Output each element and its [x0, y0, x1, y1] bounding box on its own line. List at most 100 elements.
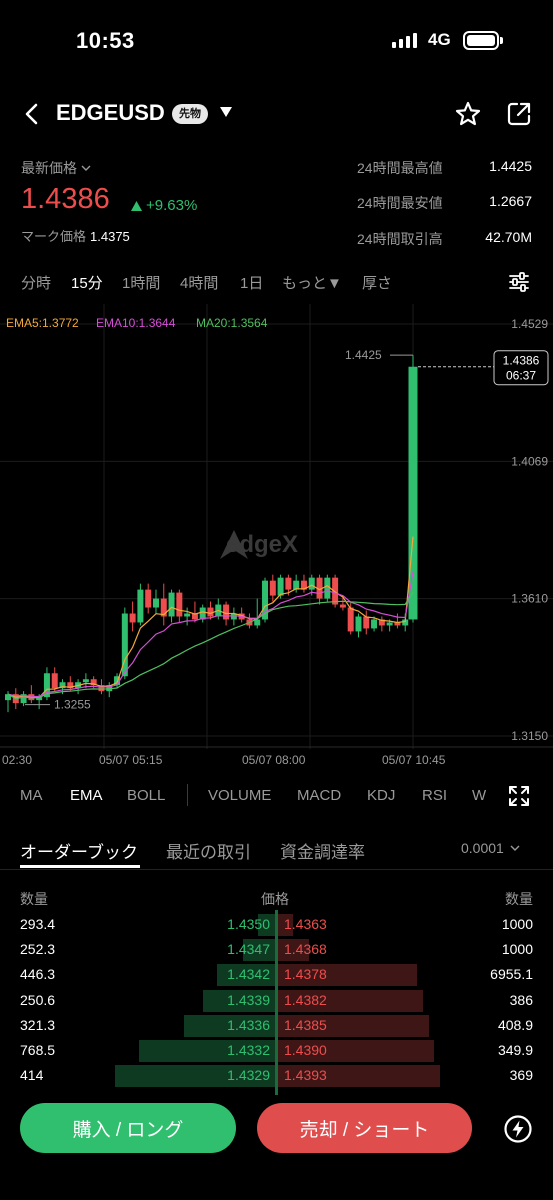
y-tick-label: 1.4069 — [511, 454, 548, 468]
tab-interval-1h[interactable]: 1時間 — [122, 272, 160, 293]
star-icon[interactable] — [454, 100, 482, 128]
sell-short-button[interactable]: 売却 / ショート — [257, 1103, 472, 1153]
fullscreen-icon[interactable] — [508, 785, 530, 807]
bid-qty: 250.6 — [20, 991, 56, 1008]
last-price: 1.4386 — [21, 183, 110, 215]
candle-body — [223, 604, 230, 620]
tab-indicator-rsi[interactable]: RSI — [422, 787, 447, 804]
latest-price-label[interactable]: 最新価格 — [21, 158, 91, 178]
ask-qty: 1000 — [501, 941, 533, 958]
candle-body — [339, 604, 346, 608]
bid-qty: 252.3 — [20, 941, 56, 958]
buy-long-button[interactable]: 購入 / ロング — [20, 1103, 236, 1153]
lightning-icon[interactable] — [503, 1114, 533, 1144]
stat-high-value: 1.4425 — [489, 158, 532, 174]
triangle-up-icon — [131, 200, 142, 211]
candles — [5, 355, 418, 713]
tab-indicator-ma[interactable]: MA — [20, 787, 43, 804]
bid-price: 1.4336 — [227, 1016, 270, 1033]
candle-body — [277, 577, 284, 596]
tab-depth[interactable]: 厚さ — [362, 272, 392, 293]
tab-funding-rate[interactable]: 資金調達率 — [280, 838, 365, 863]
candle-body — [184, 613, 191, 617]
tab-indicator-macd[interactable]: MACD — [297, 787, 341, 804]
ask-price: 1.4378 — [284, 966, 327, 983]
countdown-label: 06:37 — [506, 369, 536, 383]
x-axis: 02:30 05/07 05:15 05/07 08:00 05/07 10:45 — [2, 753, 446, 767]
ask-price: 1.4368 — [284, 941, 327, 958]
low-marker-label: 1.3255 — [54, 698, 91, 712]
tab-interval-1d[interactable]: 1日 — [240, 272, 263, 293]
candle-body — [82, 679, 89, 683]
tab-divider — [0, 869, 553, 870]
candle-body — [332, 577, 339, 605]
tab-indicator-w[interactable]: W — [472, 787, 486, 804]
stat-volume-value: 42.70M — [485, 229, 532, 245]
chart-settings-icon[interactable] — [508, 271, 530, 293]
ask-qty: 349.9 — [497, 1042, 533, 1058]
tab-orderbook[interactable]: オーダーブック — [20, 838, 138, 863]
ask-qty: 1000 — [501, 916, 533, 932]
price-change: +9.63% — [131, 197, 197, 214]
tab-interval-4h[interactable]: 4時間 — [180, 272, 218, 293]
stat-low-value: 1.2667 — [489, 193, 532, 209]
bid-price: 1.4339 — [227, 991, 270, 1008]
tab-interval-time[interactable]: 分時 — [21, 272, 51, 293]
candle-body — [145, 589, 152, 608]
tab-recent-trades[interactable]: 最近の取引 — [166, 838, 251, 863]
battery-icon — [463, 31, 499, 50]
bid-qty: 293.4 — [20, 916, 56, 932]
x-tick-label: 05/07 10:45 — [382, 753, 446, 767]
y-tick-label: 1.4529 — [511, 317, 548, 331]
candle-body — [386, 622, 393, 626]
candle-body — [168, 592, 175, 617]
tab-interval-15m[interactable]: 15分 — [71, 272, 103, 293]
mark-price: マーク価格 1.4375 — [21, 229, 130, 244]
header-price: 価格 — [261, 891, 289, 907]
tab-indicator-kdj[interactable]: KDJ — [367, 787, 395, 804]
ask-qty: 6955.1 — [490, 966, 533, 983]
candle-body — [308, 577, 315, 590]
candle-body — [371, 619, 378, 629]
stat-high-label: 24時間最高値 — [357, 160, 443, 176]
header-bid-qty: 数量 — [20, 891, 48, 907]
tab-interval-more[interactable]: もっと▼ — [282, 272, 342, 293]
bid-qty: 446.3 — [20, 966, 56, 983]
candle-body — [51, 673, 58, 689]
candle-body — [137, 589, 144, 623]
network-label: 4G — [428, 30, 451, 49]
candle-body — [347, 607, 354, 632]
ask-qty: 386 — [509, 991, 533, 1008]
candlestick-chart[interactable]: edgeX EMA5:1.3772 EMA10:1.3644 MA20:1.3564… — [0, 304, 553, 776]
tab-indicator-volume[interactable]: VOLUME — [208, 787, 271, 804]
stat-volume-label: 24時間取引高 — [357, 231, 443, 247]
ask-qty: 408.9 — [497, 1016, 533, 1033]
bid-price: 1.4350 — [227, 916, 270, 932]
x-tick-label: 05/07 05:15 — [99, 753, 163, 767]
tab-indicator-ema[interactable]: EMA — [70, 787, 103, 804]
bid-qty: 768.5 — [20, 1042, 56, 1058]
bid-qty: 414 — [20, 1067, 44, 1084]
share-icon[interactable] — [505, 100, 533, 128]
active-tab-underline — [20, 865, 140, 868]
pair-title[interactable]: EDGEUSD — [56, 100, 165, 126]
status-time: 10:53 — [76, 28, 135, 53]
candle-body — [269, 580, 276, 596]
signal-icon — [392, 32, 417, 48]
header-ask-qty: 数量 — [505, 891, 533, 907]
bid-qty: 321.3 — [20, 1016, 56, 1033]
indicator-divider — [187, 784, 188, 806]
precision-select[interactable]: 0.0001 — [461, 840, 520, 856]
ask-price: 1.4390 — [284, 1042, 327, 1058]
back-arrow-icon[interactable] — [20, 100, 44, 128]
tab-indicator-boll[interactable]: BOLL — [127, 787, 165, 804]
ask-price: 1.4363 — [284, 916, 327, 932]
ema10-line — [7, 571, 414, 698]
legend-item: EMA5:1.3772 — [6, 316, 79, 330]
chevron-down-icon — [510, 845, 520, 851]
last-price-label: 1.4386 — [503, 354, 540, 368]
caret-down-icon[interactable] — [219, 106, 233, 118]
y-tick-label: 1.3150 — [511, 729, 548, 743]
bid-price: 1.4347 — [227, 941, 270, 958]
futures-badge: 先物 — [172, 104, 208, 124]
